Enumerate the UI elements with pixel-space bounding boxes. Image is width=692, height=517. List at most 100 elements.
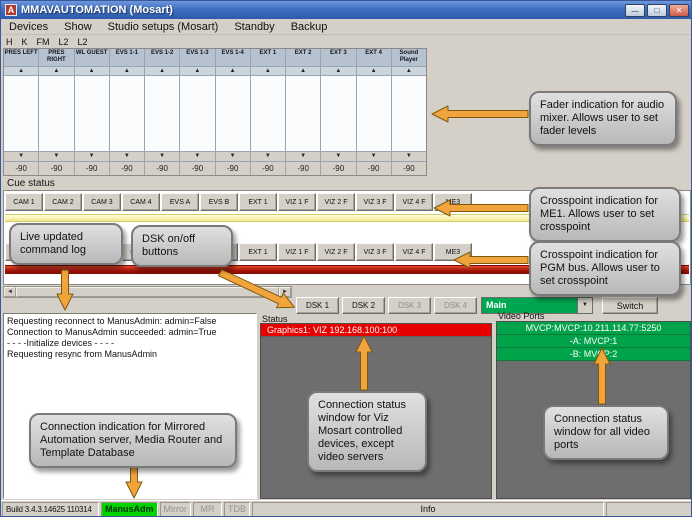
fader-up-icon[interactable] — [250, 66, 285, 76]
video-ports-label: Video Ports — [498, 311, 545, 321]
fader-down-icon[interactable] — [109, 151, 144, 161]
maximize-icon[interactable] — [647, 3, 667, 17]
fader-channel-label: EXT 1 — [250, 49, 285, 66]
menu-item[interactable]: Devices — [1, 20, 56, 34]
crosspoint-button[interactable]: CAM 3 — [83, 193, 121, 211]
fader-up-icon[interactable] — [215, 66, 250, 76]
crosspoint-button[interactable]: VIZ 1 F — [278, 193, 316, 211]
fader-down-icon[interactable] — [4, 151, 39, 161]
shortcut-item[interactable]: H — [6, 37, 13, 47]
fader-track[interactable] — [74, 76, 109, 151]
fader-down-icon[interactable] — [39, 151, 74, 161]
fader-track[interactable] — [321, 76, 356, 151]
menu-item[interactable]: Show — [56, 20, 100, 34]
window-title: MMAVAUTOMATION (Mosart) — [21, 4, 173, 16]
crosspoint-button[interactable]: VIZ 3 F — [356, 243, 394, 261]
fader-track[interactable] — [286, 76, 321, 151]
crosspoint-button[interactable]: EXT 1 — [239, 243, 277, 261]
fader-channel-label: EVS 1-3 — [180, 49, 215, 66]
switch-button[interactable]: Switch — [602, 297, 658, 314]
fader-channel-label: PRES LEFT — [4, 49, 39, 66]
menu-item[interactable]: Studio setups (Mosart) — [100, 20, 227, 34]
fader-track[interactable] — [109, 76, 144, 151]
crosspoint-button[interactable]: CAM 2 — [44, 193, 82, 211]
fader-track[interactable] — [39, 76, 74, 151]
status-badge: MR — [193, 502, 223, 516]
dsk-button-strip: DSK 1 DSK 2 DSK 3 DSK 4 — [296, 297, 477, 314]
crosspoint-button[interactable]: VIZ 2 F — [317, 243, 355, 261]
fader-up-icon[interactable] — [39, 66, 74, 76]
fader-track[interactable] — [215, 76, 250, 151]
log-line: - - - -Initialize devices - - - - — [7, 338, 115, 348]
fader-up-icon[interactable] — [145, 66, 180, 76]
fader-down-icon[interactable] — [391, 151, 426, 161]
crosspoint-button[interactable]: VIZ 1 F — [278, 243, 316, 261]
fader-track[interactable] — [4, 76, 39, 151]
callout-pgm: Crosspoint indication for PGM bus. Allow… — [529, 241, 681, 296]
shortcut-item[interactable]: FM — [37, 37, 50, 47]
crosspoint-button[interactable]: VIZ 4 F — [395, 193, 433, 211]
fader-up-icon[interactable] — [109, 66, 144, 76]
chevron-down-icon[interactable] — [577, 298, 592, 313]
fader-down-icon[interactable] — [180, 151, 215, 161]
minimize-icon[interactable] — [625, 3, 645, 17]
fader-level-value: -90 — [250, 161, 285, 175]
crosspoint-button[interactable]: VIZ 4 F — [395, 243, 433, 261]
menu-item[interactable]: Backup — [283, 20, 336, 34]
crosspoint-button[interactable]: VIZ 2 F — [317, 193, 355, 211]
dsk-button[interactable]: DSK 1 — [296, 297, 339, 314]
fader-channel: WL GUEST -90 — [74, 49, 110, 175]
shortcut-item[interactable]: L2 — [59, 37, 69, 47]
fader-channel-label: Sound Player — [391, 49, 426, 66]
fader-channel: EVS 1-4 -90 — [215, 49, 251, 175]
fader-down-icon[interactable] — [286, 151, 321, 161]
fader-channel: PRES LEFT -90 — [4, 49, 40, 175]
fader-channel-label: EVS 1-4 — [215, 49, 250, 66]
close-icon[interactable] — [669, 3, 689, 17]
fader-down-icon[interactable] — [74, 151, 109, 161]
crosspoint-button[interactable]: VIZ 3 F — [356, 193, 394, 211]
crosspoint-button[interactable]: EVS A — [161, 193, 199, 211]
callout-fader: Fader indication for audio mixer. Allows… — [529, 91, 677, 146]
menu-item[interactable]: Standby — [226, 20, 282, 34]
crosspoint-button[interactable]: CAM 1 — [5, 193, 43, 211]
fader-track[interactable] — [145, 76, 180, 151]
fader-up-icon[interactable] — [180, 66, 215, 76]
scroll-left-icon[interactable] — [4, 287, 16, 297]
fader-down-icon[interactable] — [215, 151, 250, 161]
fader-level-value: -90 — [39, 161, 74, 175]
device-status-row: Graphics1: VIZ 192.168.100:100 — [261, 324, 491, 337]
fader-up-icon[interactable] — [286, 66, 321, 76]
crosspoint-button[interactable]: EXT 1 — [239, 193, 277, 211]
shortcut-item[interactable]: L2 — [78, 37, 88, 47]
fader-track[interactable] — [250, 76, 285, 151]
status-badge: TDB — [224, 502, 251, 516]
fader-down-icon[interactable] — [145, 151, 180, 161]
fader-up-icon[interactable] — [391, 66, 426, 76]
shortcut-toolbar: H K FM L2 L2 — [1, 35, 691, 48]
dsk-button[interactable]: DSK 2 — [342, 297, 385, 314]
fader-up-icon[interactable] — [356, 66, 391, 76]
dsk-button[interactable]: DSK 4 — [434, 297, 477, 314]
fader-up-icon[interactable] — [321, 66, 356, 76]
fader-channel: Sound Player -90 — [391, 49, 426, 175]
arrow-log-callout — [56, 269, 74, 311]
fader-channel: EXT 1 -90 — [250, 49, 286, 175]
fader-down-icon[interactable] — [321, 151, 356, 161]
fader-track[interactable] — [391, 76, 426, 151]
crosspoint-button[interactable]: CAM 4 — [122, 193, 160, 211]
fader-down-icon[interactable] — [250, 151, 285, 161]
log-line: Requesting reconnect to ManusAdmin: admi… — [7, 316, 217, 326]
fader-down-icon[interactable] — [356, 151, 391, 161]
dsk-button[interactable]: DSK 3 — [388, 297, 431, 314]
fader-level-value: -90 — [74, 161, 109, 175]
crosspoint-button[interactable]: EVS B — [200, 193, 238, 211]
arrow-status-callout — [355, 335, 373, 391]
fader-track[interactable] — [356, 76, 391, 151]
fader-track[interactable] — [180, 76, 215, 151]
fader-up-icon[interactable] — [74, 66, 109, 76]
audio-fader-panel: PRES LEFT -90 PRES RIGHT -90 WL GUEST -9… — [3, 48, 427, 176]
fader-up-icon[interactable] — [4, 66, 39, 76]
fader-channel-label: EXT 4 — [356, 49, 391, 66]
shortcut-item[interactable]: K — [22, 37, 28, 47]
